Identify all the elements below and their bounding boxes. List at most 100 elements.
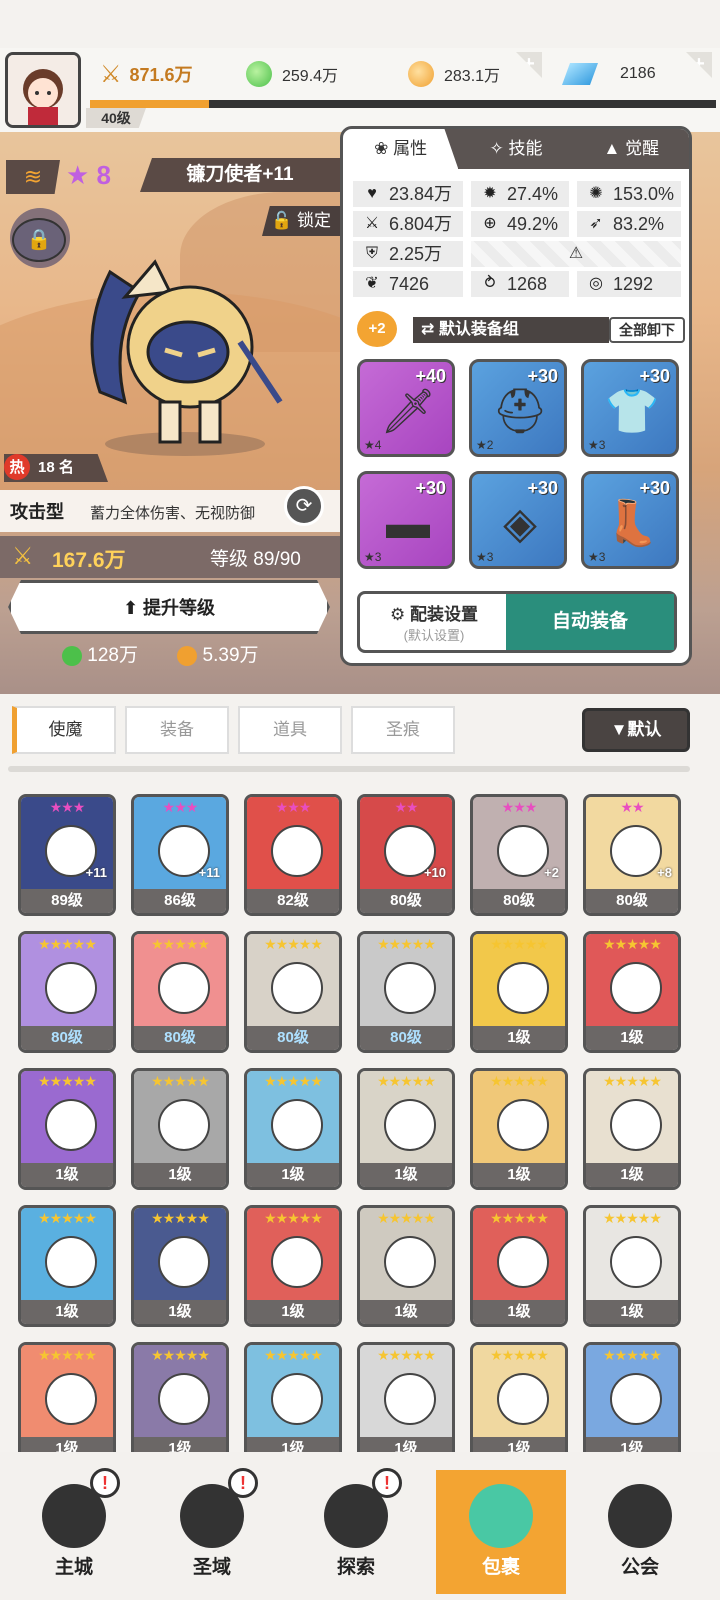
familiar-card[interactable]: ★★ +8 80级	[583, 794, 681, 916]
familiar-level: 1级	[586, 1163, 678, 1187]
crossed-swords-icon: ⚔	[100, 60, 122, 88]
familiar-card[interactable]: ★★★★★ 1级	[131, 1205, 229, 1327]
filter-tab-items[interactable]: 道具	[238, 706, 342, 754]
familiar-card[interactable]: ★★★★★ 80级	[18, 931, 116, 1053]
nav-main-city[interactable]: ! 主城	[14, 1468, 134, 1594]
config-label: 配装设置	[409, 605, 478, 624]
equip-slot-belt[interactable]: +30 ▬ ★3	[357, 471, 455, 569]
familiar-card[interactable]: ★★★★★ 1级	[357, 1068, 455, 1190]
upgrade-level-button[interactable]: ⬆ 提升等级	[8, 580, 330, 634]
starburst-icon: ✺	[589, 185, 603, 202]
familiar-level: 1级	[134, 1163, 226, 1187]
familiar-head-icon	[384, 1236, 436, 1288]
familiar-head-icon	[497, 1373, 549, 1425]
hero-level: 等级 89/90	[210, 549, 301, 570]
familiar-card[interactable]: ★★★★★ 1级	[470, 1205, 568, 1327]
filter-tab-familiar[interactable]: 使魔	[12, 706, 116, 754]
familiar-card[interactable]: ★★★★★ 80级	[244, 931, 342, 1053]
familiar-card[interactable]: ★★★★★ 1级	[18, 1205, 116, 1327]
player-avatar[interactable]	[5, 52, 81, 128]
nav-label: 探索	[336, 1557, 375, 1578]
lock-button[interactable]: 🔓 锁定	[262, 206, 340, 236]
nav-guild[interactable]: 公会	[580, 1470, 700, 1594]
familiar-card[interactable]: ★★★ 82级	[244, 794, 342, 916]
familiar-card[interactable]: ★★★★★ 1级	[18, 1342, 116, 1464]
equip-slot-helmet[interactable]: +30 ⛑ ★2	[469, 359, 567, 457]
rarity-stars: ★★★★★	[377, 1210, 436, 1226]
familiar-card[interactable]: ★★★★★ 1级	[583, 1068, 681, 1190]
familiar-level: 1级	[134, 1300, 226, 1324]
familiar-card[interactable]: ★★ +10 80级	[357, 794, 455, 916]
unequip-all-button[interactable]: 全部卸下	[609, 317, 685, 343]
stat-attack: ⚔ 6.804万	[353, 211, 463, 237]
familiar-card[interactable]: ★★★★★ 1级	[470, 931, 568, 1053]
familiar-card[interactable]: ★★★★★ 1级	[470, 1068, 568, 1190]
equip-slot-weapon[interactable]: +40 🗡 ★4	[357, 359, 455, 457]
familiar-card[interactable]: ★★★★★ 1级	[583, 931, 681, 1053]
familiar-card[interactable]: ★★★★★ 1级	[244, 1342, 342, 1464]
familiar-card[interactable]: ★★★★★ 1级	[470, 1342, 568, 1464]
familiar-card[interactable]: ★★★★★ 1级	[18, 1068, 116, 1190]
familiar-card[interactable]: ★★★★★ 80级	[357, 931, 455, 1053]
familiar-card[interactable]: ★★★★★ 1级	[357, 1205, 455, 1327]
familiar-card[interactable]: ★★★★★ 1级	[244, 1068, 342, 1190]
hero-power: 167.6万	[52, 549, 126, 572]
familiar-head-icon	[158, 1236, 210, 1288]
familiar-level: 1级	[586, 1026, 678, 1050]
nav-sanctuary[interactable]: ! 圣域	[152, 1468, 272, 1594]
stat-accuracy: ⊕ 49.2%	[471, 211, 569, 237]
rarity-stars: ★★★★★	[38, 1073, 97, 1089]
nav-inventory[interactable]: 包裹	[436, 1470, 566, 1594]
equip-group-selector[interactable]: ⇄ 默认装备组	[413, 317, 609, 343]
familiar-card[interactable]: ★★★★★ 80级	[131, 931, 229, 1053]
tab-attributes[interactable]: ❀ 属性	[343, 129, 459, 169]
config-settings-button[interactable]: ⚙ 配装设置 (默认设置)	[360, 594, 508, 650]
equip-stars: ★3	[588, 438, 606, 452]
familiar-level: 80级	[360, 889, 452, 913]
element-lock-icon[interactable]: 🔒	[12, 218, 66, 262]
guild-helmet-icon	[608, 1484, 672, 1548]
wing-icon: ➶	[589, 215, 603, 232]
familiar-card[interactable]: ★★★ +2 80级	[470, 794, 568, 916]
crosshair-icon: ⊕	[483, 215, 497, 232]
green-gem-resource: 259.4万	[246, 56, 338, 92]
tornado-icon: ≋	[6, 160, 60, 194]
tab-skills[interactable]: ✧ 技能	[458, 129, 573, 169]
familiar-card[interactable]: ★★★★★ 1级	[583, 1342, 681, 1464]
equip-stars: ★3	[588, 550, 606, 564]
familiar-card[interactable]: ★★★★★ 1级	[244, 1205, 342, 1327]
familiar-level: 1级	[247, 1300, 339, 1324]
familiar-card[interactable]: ★★★ +11 89级	[18, 794, 116, 916]
rank-badge: 热 18 名	[4, 454, 108, 482]
refresh-icon[interactable]: ⟳	[284, 486, 324, 526]
section-divider	[8, 766, 690, 772]
familiar-card[interactable]: ★★★ +11 86级	[131, 794, 229, 916]
familiar-card[interactable]: ★★★★★ 1级	[357, 1342, 455, 1464]
familiar-card[interactable]: ★★★★★ 1级	[583, 1205, 681, 1327]
familiar-head-icon	[610, 962, 662, 1014]
familiar-level: 89级	[21, 889, 113, 913]
power-value: 871.6万	[129, 65, 193, 85]
stat-value: 83.2%	[613, 214, 665, 234]
boot-icon: 👢	[604, 499, 660, 548]
familiar-roster-grid: ★★★ +11 89级 ★★★ +11 86级 ★★★ 82级 ★★ +10 80级 ★★★ +2 80级…	[18, 794, 688, 1464]
rarity-stars: ★★★★★	[151, 1347, 210, 1363]
equip-slot-armor[interactable]: +30 👕 ★3	[581, 359, 679, 457]
rarity-stars: ★★★	[501, 799, 538, 815]
filter-tab-stigmata[interactable]: 圣痕	[351, 706, 455, 754]
filter-tab-equipment[interactable]: 装备	[125, 706, 229, 754]
familiar-head-icon	[45, 1236, 97, 1288]
nav-explore[interactable]: ! 探索	[296, 1468, 416, 1594]
gold-value: 283.1万	[444, 68, 501, 85]
equip-stars: ★4	[364, 438, 382, 452]
auto-equip-button[interactable]: 自动装备	[506, 594, 674, 650]
tab-awaken[interactable]: ▲ 觉醒	[574, 129, 689, 169]
rarity-stars: ★★★★★	[603, 1347, 662, 1363]
equip-slot-necklace[interactable]: +30 ◈ ★3	[469, 471, 567, 569]
sort-dropdown[interactable]: ▼默认	[582, 708, 690, 752]
rarity-stars: ★★★★★	[151, 936, 210, 952]
equip-slot-boots[interactable]: +30 👢 ★3	[581, 471, 679, 569]
familiar-card[interactable]: ★★★★★ 1级	[131, 1342, 229, 1464]
stat-hp: ♥ 23.84万	[353, 181, 463, 207]
familiar-card[interactable]: ★★★★★ 1级	[131, 1068, 229, 1190]
